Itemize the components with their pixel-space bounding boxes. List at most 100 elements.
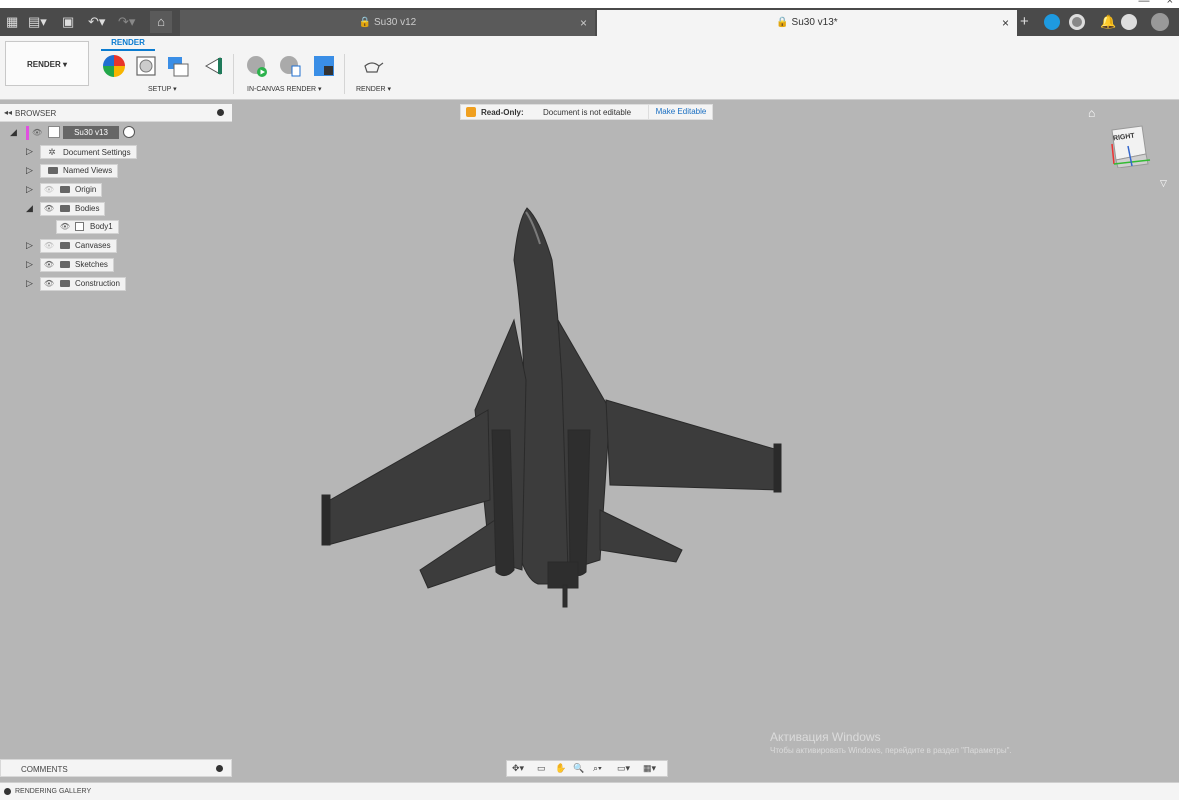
pin-icon[interactable] [216,765,223,772]
ribbon-tab-render[interactable]: RENDER [102,38,154,47]
activation-watermark: Активация Windows Чтобы активировать Win… [770,730,1012,755]
su30-model[interactable] [300,200,800,620]
item-label: Construction [75,279,120,288]
collapse-arrow-icon[interactable]: ◢ [26,203,33,214]
group-label-render[interactable]: RENDER ▾ [356,85,391,93]
render-settings-icon[interactable] [278,54,302,78]
folder-icon [60,242,70,250]
lock-icon [466,107,476,117]
group-label-in-canvas-render[interactable]: IN-CANVAS RENDER ▾ [247,85,322,93]
read-only-banner: Read-Only: Document is not editable Make… [460,104,713,120]
teapot-render-icon[interactable] [360,54,384,78]
pan-icon[interactable]: ✋ [555,763,566,774]
job-status-icon[interactable] [1069,14,1085,30]
close-tab-icon[interactable]: × [1002,16,1009,30]
display-settings-icon[interactable]: ▭▾ [617,763,630,774]
item-box: 👁 Construction [40,277,126,291]
in-canvas-render-icon[interactable] [245,54,269,78]
notifications-icon[interactable]: 🔔 [1100,13,1116,31]
home-tab-icon[interactable]: ⌂ [150,11,172,33]
view-cube-menu-icon[interactable]: ▽ [1160,178,1167,189]
separator [344,54,345,94]
item-box: 👁 Body1 [56,220,119,234]
item-label: Document Settings [63,148,131,157]
undo-icon[interactable]: ↶▾ [88,13,105,31]
close-window-button[interactable]: × [1167,0,1173,7]
expand-icon[interactable] [4,788,11,795]
workspace-switcher[interactable]: RENDER ▾ [5,41,89,86]
tab-su30-v13[interactable]: 🔒 Su30 v13* × [597,10,1017,36]
expand-arrow-icon[interactable]: ▷ [26,146,33,157]
home-view-icon[interactable]: ⌂ [1088,106,1095,120]
scene-settings-icon[interactable] [134,54,158,78]
activate-radio-icon[interactable] [123,126,135,138]
item-label: Body1 [90,222,113,231]
visibility-eye-icon[interactable]: 👁 [43,259,55,271]
extensions-icon[interactable] [1044,14,1060,30]
visibility-eye-icon[interactable]: 👁 [43,240,55,252]
item-box: 👁 Bodies [40,202,106,216]
look-at-icon[interactable]: ▭ [537,763,546,774]
expand-arrow-icon[interactable]: ▷ [26,240,33,251]
collapse-arrow-icon[interactable]: ◢ [10,127,17,138]
grid-settings-icon[interactable]: ▦▾ [643,763,656,774]
pin-icon[interactable] [217,109,224,116]
group-label-setup[interactable]: SETUP ▾ [148,85,177,93]
make-editable-button[interactable]: Make Editable [648,105,713,119]
zoom-icon[interactable]: 🔍 [573,763,584,774]
expand-arrow-icon[interactable]: ▷ [26,184,33,195]
expand-arrow-icon[interactable]: ▷ [26,165,33,176]
item-box: 👁 Origin [40,183,103,197]
folder-icon [60,280,70,288]
avatar[interactable] [1151,13,1169,31]
decal-icon[interactable] [202,54,226,78]
body-icon [75,222,84,232]
comments-panel[interactable]: COMMENTS [0,759,232,777]
rendering-gallery-label: RENDERING GALLERY [15,788,92,795]
texture-map-icon[interactable] [166,54,190,78]
expand-arrow-icon[interactable]: ▷ [26,278,33,289]
tab-label: 🔒 Su30 v13* [776,17,838,28]
visibility-eye-icon[interactable]: 👁 [59,221,71,233]
tab-label: 🔒 Su30 v12 [358,17,417,28]
new-tab-icon[interactable]: + [1020,13,1029,31]
item-box: ✲ Document Settings [40,145,137,159]
title-bar: — × [0,0,1179,8]
view-cube[interactable] [1108,124,1152,168]
help-icon[interactable] [1121,14,1137,30]
visibility-eye-icon[interactable]: 👁 [43,184,55,196]
visibility-eye-icon[interactable]: 👁 [43,203,55,215]
folder-icon [60,205,70,213]
tab-su30-v12[interactable]: 🔒 Su30 v12 × [180,10,595,36]
browser-header[interactable]: ◂◂ BROWSER [0,104,232,122]
close-tab-icon[interactable]: × [580,16,587,30]
browser-title: BROWSER [15,109,57,118]
watermark-subtitle: Чтобы активировать Windows, перейдите в … [770,746,1012,755]
item-box: 👁 Canvases [40,239,117,253]
visibility-eye-icon[interactable]: 👁 [32,128,42,137]
gear-icon: ✲ [48,147,56,157]
item-label: Named Views [63,166,113,175]
visibility-eye-icon[interactable]: 👁 [43,278,55,290]
capture-image-icon[interactable] [312,54,336,78]
tab-bar: ▦ ▤▾ ▣ ↶▾ ↷▾ ⌂ 🔒 Su30 v12 × 🔒 Su30 v13* … [0,8,1179,36]
folder-icon [60,186,70,194]
appearance-icon[interactable] [102,54,126,78]
expand-arrow-icon[interactable]: ▷ [26,259,33,270]
folder-icon [60,261,70,269]
banner-message: Document is not editable [543,108,632,117]
item-box: 👁 Sketches [40,258,114,272]
orbit-icon[interactable]: ✥▾ [512,763,524,774]
fit-icon[interactable]: ⌕▾ [593,763,602,774]
app-grid-icon[interactable]: ▦ [6,13,18,31]
redo-icon[interactable]: ↷▾ [118,13,135,31]
comments-label: COMMENTS [21,765,68,774]
root-label[interactable]: Su30 v13 [63,126,119,139]
collapse-icon[interactable]: ◂◂ [4,108,12,117]
rendering-gallery-bar[interactable]: RENDERING GALLERY [0,782,1179,800]
component-icon [48,126,60,138]
save-icon[interactable]: ▣ [62,13,74,31]
separator [233,54,234,94]
file-menu-icon[interactable]: ▤▾ [28,13,47,31]
minimize-button[interactable]: — [1139,0,1150,7]
